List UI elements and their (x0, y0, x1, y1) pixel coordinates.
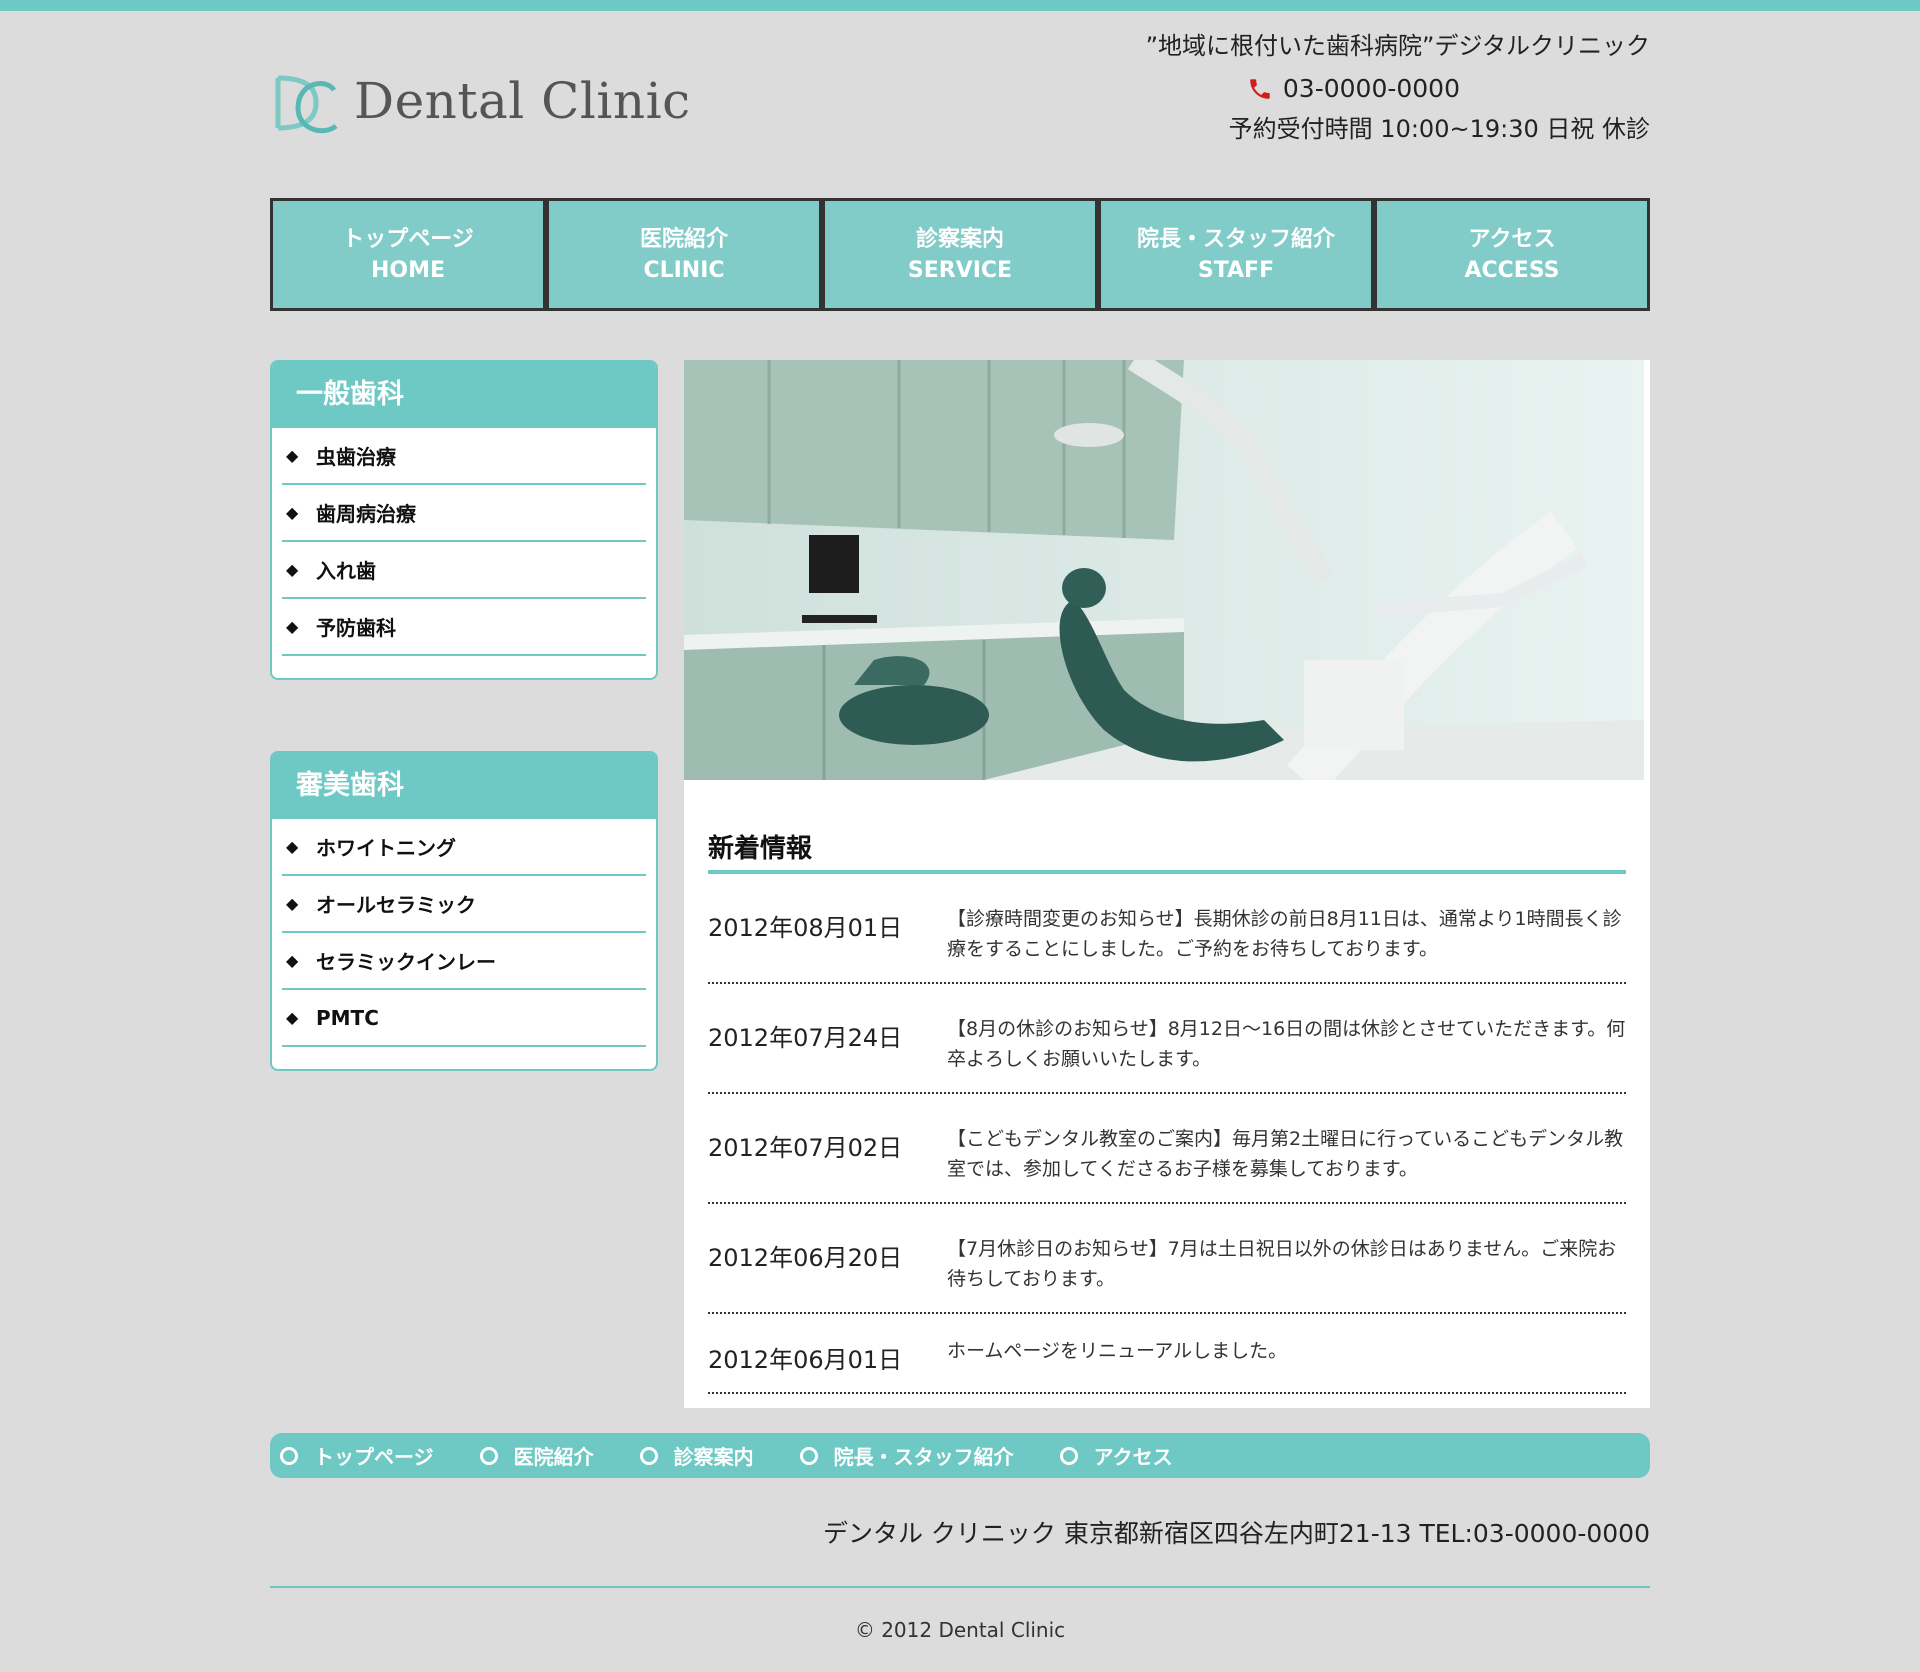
sidebar-item-label: PMTC (316, 1005, 379, 1030)
news-list: 2012年08月01日 【診療時間変更のお知らせ】長期休診の前日8月11日は、通… (708, 874, 1626, 1394)
sidebar-item-cavity-treatment[interactable]: ◆ 虫歯治療 (282, 428, 646, 485)
nav-label-en: STAFF (1197, 257, 1275, 283)
phone-contact: 03-0000-0000 (1247, 74, 1460, 103)
nav-service[interactable]: 診察案内 SERVICE (822, 198, 1098, 311)
sidebar-item-label: 虫歯治療 (316, 445, 396, 469)
sidebar-heading: 一般歯科 (272, 362, 656, 428)
diamond-icon: ◆ (286, 503, 299, 522)
logo-text: Dental Clinic (354, 72, 691, 130)
nav-label-en: ACCESS (1464, 257, 1560, 283)
news-date: 2012年06月01日 (708, 1346, 903, 1374)
news-item[interactable]: 2012年06月01日 ホームページをリニューアルしました。 (708, 1314, 1626, 1394)
circle-icon (479, 1446, 498, 1465)
sidebar-item-pmtc[interactable]: ◆ PMTC (282, 990, 646, 1047)
global-nav: トップページ HOME 医院紹介 CLINIC 診察案内 SERVICE 院長・… (270, 198, 1650, 311)
news-date: 2012年07月24日 (708, 1024, 903, 1052)
phone-icon (1250, 78, 1270, 99)
sidebar-item-whitening[interactable]: ◆ ホワイトニング (282, 819, 646, 876)
nav-label-en: SERVICE (907, 257, 1013, 283)
news-text: 【8月の休診のお知らせ】8月12日〜16日の間は休診とさせていただきます。何卒よ… (947, 1018, 1626, 1070)
site-logo[interactable]: Dental Clinic (272, 70, 690, 142)
news-heading: 新着情報 (708, 834, 813, 864)
news-item[interactable]: 2012年07月02日 【こどもデンタル教室のご案内】毎月第2土曜日に行っている… (708, 1094, 1626, 1204)
nav-staff[interactable]: 院長・スタッフ紹介 STAFF (1098, 198, 1374, 311)
news-text: ホームページをリニューアルしました。 (947, 1340, 1288, 1362)
sidebar-item-label: 歯周病治療 (316, 502, 416, 526)
circle-icon (639, 1446, 658, 1465)
diamond-icon: ◆ (286, 446, 299, 465)
nav-label-en: HOME (370, 257, 446, 283)
footer-link-label: アクセス (1093, 1445, 1173, 1469)
sidebar-item-preventive[interactable]: ◆ 予防歯科 (282, 599, 646, 656)
copyright: © 2012 Dental Clinic (854, 1618, 1066, 1642)
footer-link-home[interactable]: トップページ (280, 1441, 434, 1470)
sidebar-item-label: 入れ歯 (316, 559, 376, 583)
news-date: 2012年06月20日 (708, 1244, 903, 1272)
sidebar-item-label: 予防歯科 (316, 616, 396, 640)
nav-label-jp: 医院紹介 (639, 226, 728, 252)
circle-icon (1059, 1446, 1078, 1465)
diamond-icon: ◆ (286, 1008, 299, 1027)
footer-link-staff[interactable]: 院長・スタッフ紹介 (799, 1441, 1014, 1470)
sidebar-item-label: ホワイトニング (316, 836, 456, 860)
sidebar-item-ceramic-inlay[interactable]: ◆ セラミックインレー (282, 933, 646, 990)
diamond-icon: ◆ (286, 837, 299, 856)
phone-number: 03-0000-0000 (1282, 74, 1460, 103)
news-text: 【7月休診日のお知らせ】7月は土日祝日以外の休診日はありません。ご来院お待ちして… (947, 1238, 1617, 1290)
diamond-icon: ◆ (286, 894, 299, 913)
logo-mark-icon (275, 75, 338, 134)
nav-label-jp: アクセス (1468, 226, 1556, 252)
diamond-icon: ◆ (286, 617, 299, 636)
news-date: 2012年07月02日 (708, 1134, 903, 1162)
nav-label-jp: 診察案内 (915, 226, 1004, 252)
diamond-icon: ◆ (286, 951, 299, 970)
nav-label-en: CLINIC (643, 257, 725, 283)
top-accent-bar (0, 0, 1920, 11)
nav-home[interactable]: トップページ HOME (270, 198, 546, 311)
diamond-icon: ◆ (286, 560, 299, 579)
circle-icon (280, 1446, 298, 1465)
main-content: 新着情報 2012年08月01日 【診療時間変更のお知らせ】長期休診の前日8月1… (684, 360, 1650, 1408)
sidebar-item-label: セラミックインレー (316, 950, 496, 974)
nav-label-jp: 院長・スタッフ紹介 (1136, 226, 1335, 252)
hero-image-dental-room (684, 360, 1644, 780)
news-date: 2012年08月01日 (708, 914, 903, 942)
nav-clinic[interactable]: 医院紹介 CLINIC (546, 198, 822, 311)
reception-hours: 予約受付時間 10:00~19:30 日祝 休診 (1228, 115, 1650, 143)
footer-link-clinic[interactable]: 医院紹介 (479, 1441, 594, 1470)
sidebar-heading: 審美歯科 (272, 753, 656, 819)
sidebar-cosmetic-dentistry: 審美歯科 ◆ ホワイトニング ◆ オールセラミック ◆ セラミックインレー ◆ PMTC (270, 751, 658, 1071)
sidebar-item-dentures[interactable]: ◆ 入れ歯 (282, 542, 646, 599)
sidebar-item-label: オールセラミック (316, 893, 476, 917)
nav-access[interactable]: アクセス ACCESS (1374, 198, 1650, 311)
footer-link-label: 医院紹介 (513, 1445, 594, 1469)
sidebar-general-dentistry: 一般歯科 ◆ 虫歯治療 ◆ 歯周病治療 ◆ 入れ歯 ◆ 予防歯科 (270, 360, 658, 680)
sidebar-item-periodontal[interactable]: ◆ 歯周病治療 (282, 485, 646, 542)
footer-link-service[interactable]: 診察案内 (639, 1441, 754, 1470)
sidebar-item-all-ceramic[interactable]: ◆ オールセラミック (282, 876, 646, 933)
news-text: 【診療時間変更のお知らせ】長期休診の前日8月11日は、通常より1時間長く診療をす… (947, 908, 1622, 960)
footer-divider (270, 1586, 1650, 1588)
news-item[interactable]: 2012年07月24日 【8月の休診のお知らせ】8月12日〜16日の間は休診とさ… (708, 984, 1626, 1094)
news-item[interactable]: 2012年08月01日 【診療時間変更のお知らせ】長期休診の前日8月11日は、通… (708, 874, 1626, 984)
site-tagline: ”地域に根付いた歯科病院”デジタルクリニック (1145, 32, 1650, 60)
footer-nav: トップページ 医院紹介 診察案内 院長・スタッフ紹介 アクセス (270, 1433, 1650, 1478)
footer-link-label: 診察案内 (673, 1445, 754, 1469)
circle-icon (799, 1446, 818, 1465)
footer-link-label: トップページ (314, 1445, 434, 1469)
footer-address: デンタル クリニック 東京都新宿区四谷左内町21-13 TEL:03-0000-… (822, 1519, 1650, 1548)
footer-link-access[interactable]: アクセス (1059, 1441, 1173, 1470)
nav-label-jp: トップページ (342, 226, 474, 252)
news-text: 【こどもデンタル教室のご案内】毎月第2土曜日に行っているこどもデンタル教室では、… (947, 1128, 1624, 1180)
news-item[interactable]: 2012年06月20日 【7月休診日のお知らせ】7月は土日祝日以外の休診日はあり… (708, 1204, 1626, 1314)
footer-link-label: 院長・スタッフ紹介 (833, 1445, 1014, 1469)
